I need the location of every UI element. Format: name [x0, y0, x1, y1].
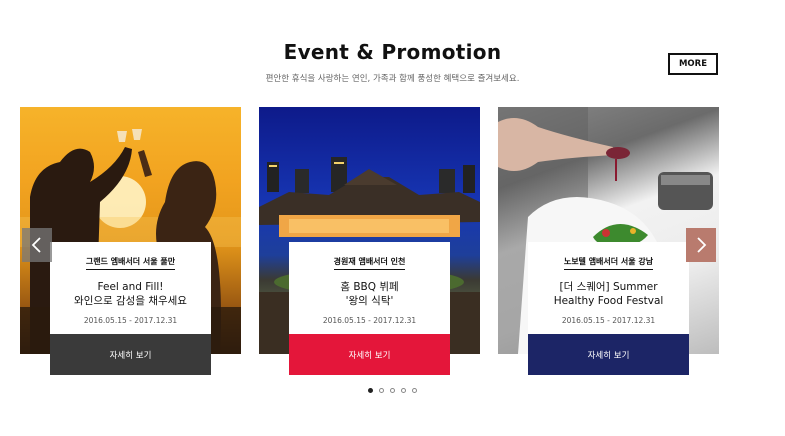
pagination-dot[interactable]	[379, 388, 384, 393]
promo-date-range: 2016.05.15 - 2017.12.31	[83, 316, 178, 325]
chevron-left-icon	[31, 237, 43, 253]
pagination-dot[interactable]	[390, 388, 395, 393]
promo-title-line2: 와인으로 감성을 채우세요	[74, 295, 187, 307]
hotel-name: 노보텔 앰배서더 서울 강남	[563, 256, 654, 270]
promo-title-line1: Feel and Fill!	[97, 281, 164, 293]
carousel-prev-button[interactable]	[22, 228, 52, 262]
promo-date-range: 2016.05.15 - 2017.12.31	[561, 316, 656, 325]
promo-card-info: 경원재 앰배서더 인천 홈 BBQ 뷔페 '왕의 식탁' 2016.05.15 …	[289, 242, 450, 334]
promo-card-info: 노보텔 앰배서더 서울 강남 [더 스퀘어] Summer Healthy Fo…	[528, 242, 689, 334]
view-details-button[interactable]: 자세히 보기	[289, 334, 450, 375]
more-button[interactable]: MORE	[668, 53, 718, 75]
carousel-next-button[interactable]	[686, 228, 716, 262]
hotel-name: 경원재 앰배서더 인천	[333, 256, 406, 270]
promo-title-line2: Healthy Food Festval	[553, 295, 664, 307]
promo-title-line1: [더 스퀘어] Summer	[559, 281, 658, 293]
carousel-pagination	[0, 388, 785, 393]
pagination-dot[interactable]	[412, 388, 417, 393]
promo-card-info: 그랜드 엠배서더 서울 풀만 Feel and Fill! 와인으로 감성을 채…	[50, 242, 211, 334]
view-details-button[interactable]: 자세히 보기	[50, 334, 211, 375]
promo-title-line1: 홈 BBQ 뷔페	[340, 281, 399, 293]
promo-date-range: 2016.05.15 - 2017.12.31	[322, 316, 417, 325]
view-details-button[interactable]: 자세히 보기	[528, 334, 689, 375]
pagination-dot[interactable]	[368, 388, 373, 393]
hotel-name: 그랜드 엠배서더 서울 풀만	[85, 256, 176, 270]
pagination-dot[interactable]	[401, 388, 406, 393]
promo-title-line2: '왕의 식탁'	[345, 295, 394, 307]
chevron-right-icon	[695, 237, 707, 253]
